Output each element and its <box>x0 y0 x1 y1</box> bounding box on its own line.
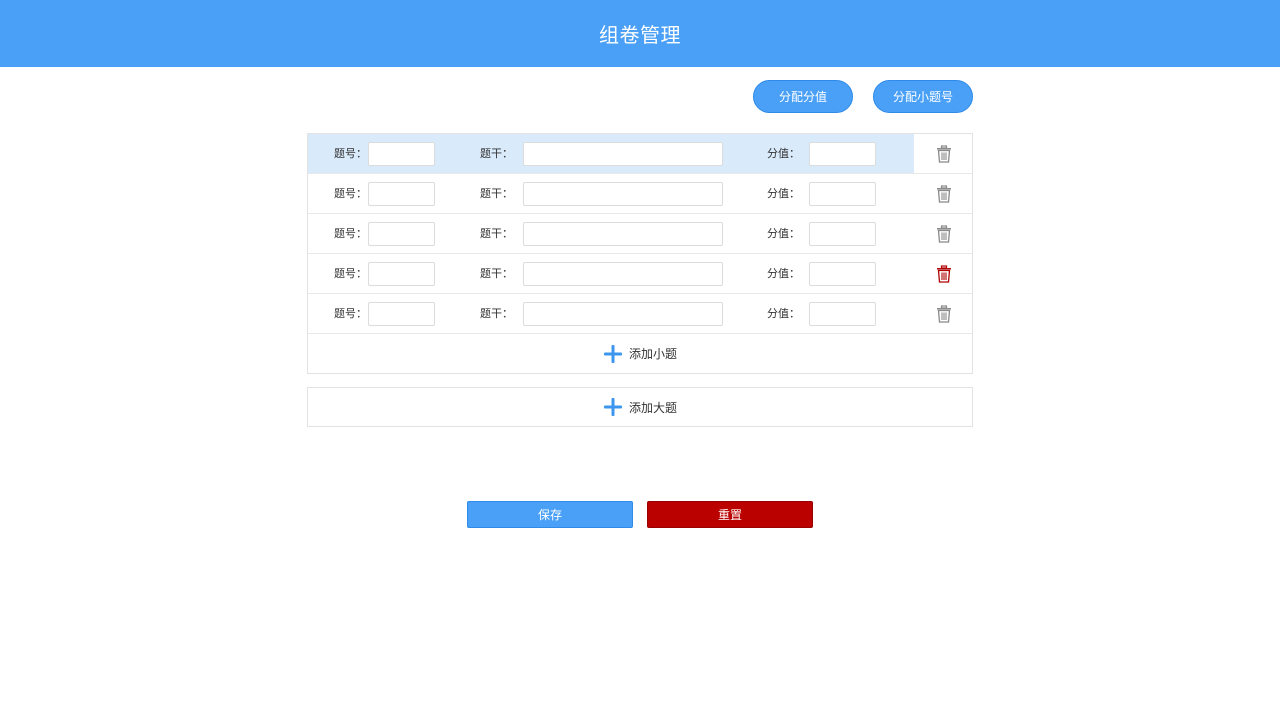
question-score-label: 分值： <box>767 307 800 320</box>
question-number-label: 题号： <box>334 187 367 200</box>
question-number-label: 题号： <box>334 227 367 240</box>
add-sub-question-label: 添加小题 <box>628 347 677 361</box>
add-sub-question-button[interactable]: 添加小题 <box>308 334 972 373</box>
question-group-panel: 题号： 题干： 分值： 题号： 题干： 分值： 题号： 题干： 分值： 题号： … <box>307 133 973 374</box>
question-number-input[interactable] <box>368 302 435 326</box>
add-main-question-label: 添加大题 <box>628 400 677 415</box>
plus-icon <box>603 344 622 363</box>
page-header: 组卷管理 <box>0 0 1280 67</box>
question-row: 题号： 题干： 分值： <box>308 134 972 174</box>
question-score-input[interactable] <box>809 302 876 326</box>
question-score-label: 分值： <box>767 147 800 160</box>
question-number-label: 题号： <box>334 267 367 280</box>
reset-button[interactable]: 重置 <box>647 501 813 528</box>
question-stem-input[interactable] <box>523 142 723 166</box>
question-stem-label: 题干： <box>480 227 513 240</box>
trash-icon[interactable] <box>935 265 953 283</box>
question-number-label: 题号： <box>334 147 367 160</box>
question-stem-input[interactable] <box>523 222 723 246</box>
question-stem-label: 题干： <box>480 267 513 280</box>
question-number-input[interactable] <box>368 142 435 166</box>
question-score-input[interactable] <box>809 182 876 206</box>
assign-question-number-button[interactable]: 分配小题号 <box>873 80 973 113</box>
page-title: 组卷管理 <box>599 23 681 47</box>
question-score-label: 分值： <box>767 187 800 200</box>
question-score-label: 分值： <box>767 267 800 280</box>
question-stem-input[interactable] <box>523 302 723 326</box>
question-row: 题号： 题干： 分值： <box>308 214 972 254</box>
trash-icon[interactable] <box>935 305 953 323</box>
trash-icon[interactable] <box>935 145 953 163</box>
question-stem-input[interactable] <box>523 182 723 206</box>
trash-icon[interactable] <box>935 225 953 243</box>
question-number-label: 题号： <box>334 307 367 320</box>
question-stem-label: 题干： <box>480 307 513 320</box>
question-score-input[interactable] <box>809 142 876 166</box>
question-number-input[interactable] <box>368 262 435 286</box>
question-number-input[interactable] <box>368 182 435 206</box>
question-stem-label: 题干： <box>480 147 513 160</box>
question-number-input[interactable] <box>368 222 435 246</box>
question-row: 题号： 题干： 分值： <box>308 174 972 214</box>
question-stem-label: 题干： <box>480 187 513 200</box>
add-main-question-button[interactable]: 添加大题 <box>307 387 973 427</box>
question-stem-input[interactable] <box>523 262 723 286</box>
question-row: 题号： 题干： 分值： <box>308 254 972 294</box>
save-button[interactable]: 保存 <box>467 501 633 528</box>
question-score-input[interactable] <box>809 222 876 246</box>
plus-icon <box>603 398 622 416</box>
trash-icon[interactable] <box>935 185 953 203</box>
question-score-label: 分值： <box>767 227 800 240</box>
question-row: 题号： 题干： 分值： <box>308 294 972 334</box>
assign-score-button[interactable]: 分配分值 <box>753 80 853 113</box>
question-score-input[interactable] <box>809 262 876 286</box>
